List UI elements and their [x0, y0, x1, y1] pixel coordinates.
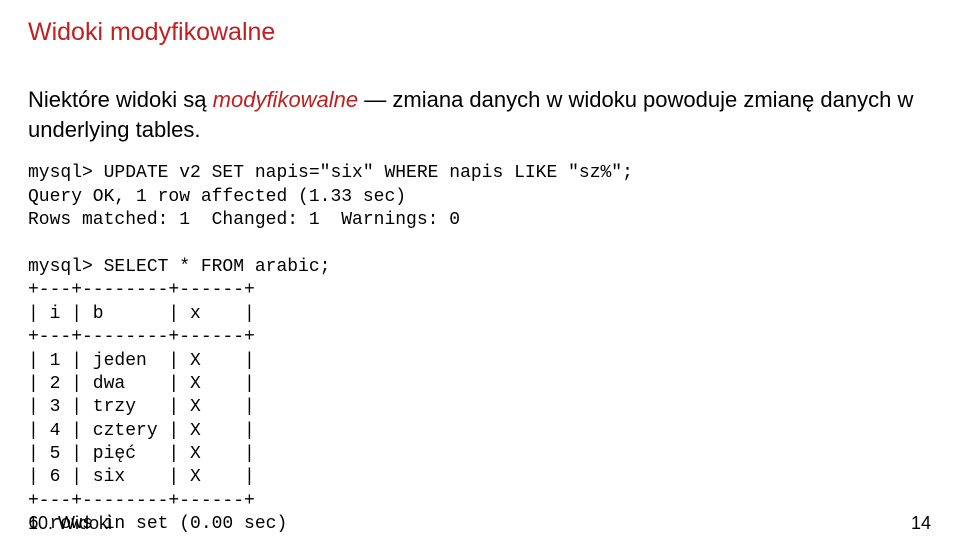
footer-section-label: 10. Widoki — [28, 513, 112, 534]
body-paragraph: Niektóre widoki są modyfikowalne — zmian… — [28, 85, 931, 144]
sql-code-block: mysql> UPDATE v2 SET napis="six" WHERE n… — [28, 162, 931, 536]
paragraph-emphasis: modyfikowalne — [213, 87, 359, 112]
slide-footer: 10. Widoki 14 — [28, 513, 931, 534]
footer-page-number: 14 — [911, 513, 931, 534]
paragraph-part1: Niektóre widoki są — [28, 87, 213, 112]
slide-title: Widoki modyfikowalne — [28, 18, 931, 47]
